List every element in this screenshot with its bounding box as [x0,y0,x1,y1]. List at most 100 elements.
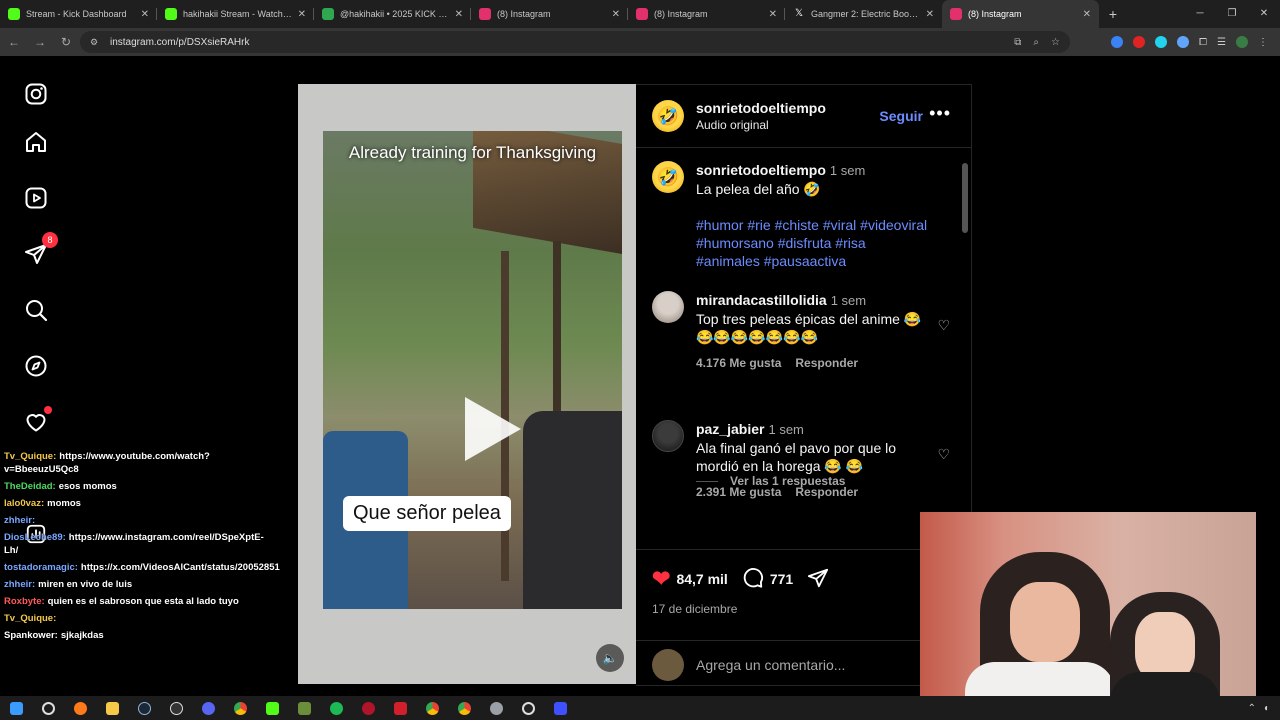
reels-icon[interactable] [22,184,50,212]
own-avatar [652,648,684,681]
minecraft-icon[interactable] [288,696,320,720]
address-bar[interactable]: ⚙ instagram.com/p/DSXsieRAHrk ⧉ ⌕ ☆ [80,31,1070,53]
reply-button[interactable]: Responder [795,485,858,499]
hashtags[interactable]: #humor #rie #chiste #viral #videoviral #… [696,216,931,270]
install-app-icon[interactable]: ⧉ [1014,37,1021,48]
close-icon[interactable]: ✕ [298,9,306,20]
commenter-avatar[interactable] [652,291,684,323]
like-comment-heart-icon[interactable]: ♡ [937,446,950,463]
explore-icon[interactable] [22,352,50,380]
search-icon[interactable] [22,296,50,324]
chat-message: Tv_Quique: [0,610,280,627]
author-avatar[interactable]: 🤣 [652,100,684,132]
close-icon[interactable]: ✕ [612,9,620,20]
spotify-icon[interactable] [320,696,352,720]
browser-tab-active[interactable]: (8) Instagram ✕ [942,0,1099,28]
chat-message: zhheir: [0,512,280,529]
comment-icon[interactable] [742,567,764,592]
chrome-icon[interactable] [448,696,480,720]
comment-time: 1 sem [830,293,867,308]
media-player-icon[interactable] [512,696,544,720]
home-icon[interactable] [22,128,50,156]
app-icon[interactable] [384,696,416,720]
reply-button[interactable]: Responder [795,356,858,370]
more-options-icon[interactable]: ••• [929,103,951,124]
instagram-logo-icon[interactable] [22,80,50,108]
close-icon[interactable]: ✕ [141,9,149,20]
browser-tab[interactable]: 𝕏 Gangmer 2: Electric Boogaloo ✕ [785,0,942,28]
audio-label[interactable]: Audio original [696,118,826,132]
reload-icon[interactable]: ↻ [54,35,78,49]
chrome-icon[interactable] [416,696,448,720]
browser-app-icon[interactable] [64,696,96,720]
chat-username: tostadoramagic: [4,562,78,573]
video-title-text: Already training for Thanksgiving [348,143,597,162]
obs-icon[interactable] [160,696,192,720]
profile-avatar[interactable] [1236,36,1248,48]
extension-icon[interactable] [1111,36,1124,48]
post-video[interactable]: Already training for Thanksgiving Que se… [298,84,636,684]
extensions-puzzle-icon[interactable]: ⧠ [1199,37,1207,48]
add-comment-input[interactable]: Agrega un comentario... [696,657,845,673]
like-heart-icon[interactable]: ❤ [652,566,670,592]
like-comment-heart-icon[interactable]: ♡ [937,317,950,334]
close-icon[interactable]: ✕ [769,9,777,20]
tray-chevron-icon[interactable]: ⌃ [1248,703,1256,714]
extension-icon[interactable] [1177,36,1190,48]
browser-tab[interactable]: @hakihakii • 2025 KICK WRAP ✕ [314,0,471,28]
browser-tab[interactable]: (8) Instagram ✕ [471,0,628,28]
chrome-menu-icon[interactable]: ⋮ [1258,37,1268,48]
follow-button[interactable]: Seguir [879,108,923,124]
comment-username[interactable]: mirandacastillolidia [696,292,827,308]
close-icon[interactable]: ✕ [455,9,463,20]
tab-label: hakihakii Stream - Watch Live o [183,9,294,19]
extension-icon[interactable] [1155,36,1168,48]
start-icon[interactable] [0,696,32,720]
close-icon[interactable]: ✕ [926,9,934,20]
chat-text: sjkajkdas [60,630,104,641]
close-window-icon[interactable]: ✕ [1248,0,1280,28]
tray-icon[interactable]: ◐ [1264,703,1270,714]
chat-username: Tv_Quique: [4,613,57,624]
extension-icon[interactable] [1133,36,1146,48]
chat-message: tostadoramagic: https://x.com/VideosAlCan… [0,559,280,576]
mute-toggle-icon[interactable]: 🔈 [596,644,624,672]
bookmark-star-icon[interactable]: ☆ [1051,37,1060,48]
comments-scrollbar[interactable] [961,153,969,545]
new-tab-button[interactable]: + [1099,0,1127,28]
reading-list-icon[interactable]: ☰ [1217,37,1226,48]
messages-icon[interactable]: 8 [22,232,58,268]
zoom-icon[interactable]: ⌕ [1033,37,1039,48]
comment-likes[interactable]: 4.176 Me gusta [696,356,781,370]
forward-icon[interactable]: → [28,35,52,49]
browser-tab[interactable]: hakihakii Stream - Watch Live o ✕ [157,0,314,28]
author-username[interactable]: sonrietodoeltiempo [696,100,826,116]
taskbar-search-icon[interactable] [32,696,64,720]
app-icon[interactable] [544,696,576,720]
tab-label: @hakihakii • 2025 KICK WRAP [340,9,451,19]
commenter-avatar[interactable] [652,420,684,452]
minimize-icon[interactable]: ─ [1184,0,1216,28]
chrome-icon[interactable] [224,696,256,720]
kick-app-icon[interactable] [256,696,288,720]
app-icon[interactable] [352,696,384,720]
browser-tab[interactable]: (8) Instagram ✕ [628,0,785,28]
site-info-icon[interactable]: ⚙ [90,37,102,48]
caption-username[interactable]: sonrietodoeltiempo [696,162,826,178]
author-avatar[interactable]: 🤣 [652,161,684,193]
comment-likes[interactable]: 2.391 Me gusta [696,485,781,499]
browser-tab[interactable]: Stream - Kick Dashboard ✕ [0,0,157,28]
notifications-heart-icon[interactable] [22,406,52,436]
steam-icon[interactable] [128,696,160,720]
close-icon[interactable]: ✕ [1083,9,1091,20]
settings-icon[interactable] [480,696,512,720]
comment-username[interactable]: paz_jabier [696,421,764,437]
play-icon[interactable] [465,397,521,461]
restore-icon[interactable]: ❐ [1216,0,1248,28]
discord-icon[interactable] [192,696,224,720]
chat-username: DiosLeche89: [4,532,66,543]
back-icon[interactable]: ← [2,35,26,49]
like-count[interactable]: 84,7 mil [676,571,727,587]
file-explorer-icon[interactable] [96,696,128,720]
share-icon[interactable] [807,567,829,592]
